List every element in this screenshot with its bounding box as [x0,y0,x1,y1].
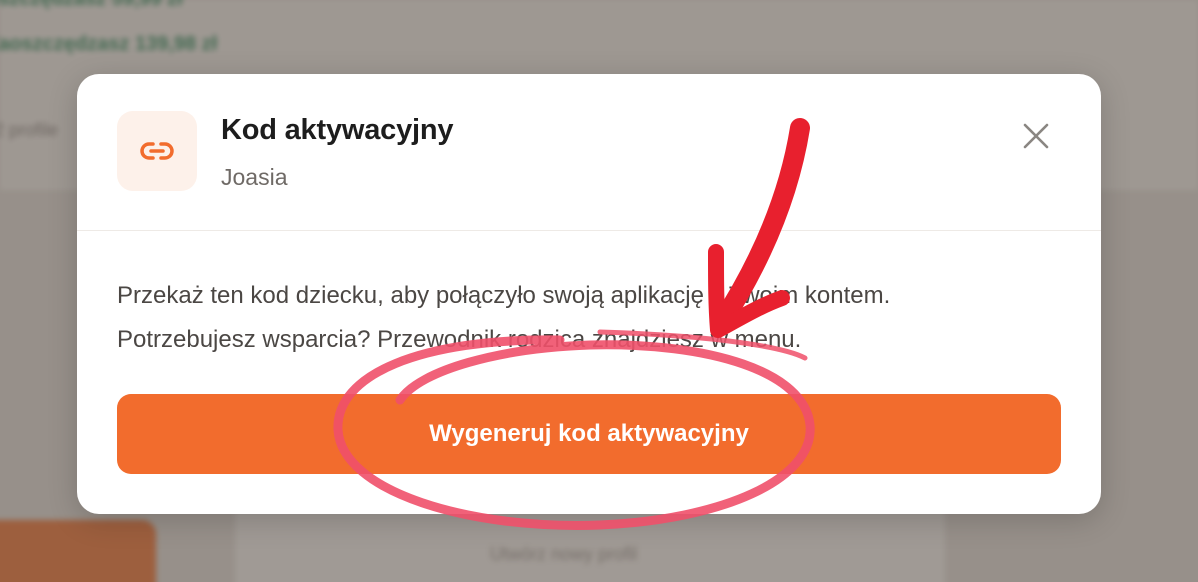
generate-activation-code-button[interactable]: Wygeneruj kod aktywacyjny [117,394,1061,474]
dialog-header: Kod aktywacyjny Joasia [77,74,1101,231]
close-button[interactable] [1018,118,1054,154]
description-line: Potrzebujesz wsparcia? Przewodnik rodzic… [117,326,802,353]
description-line: Przekaż ten kod dziecku, aby połączyło s… [117,282,891,309]
dialog-subtitle: Joasia [221,164,288,190]
dialog-description: Przekaż ten kod dziecku, aby połączyło s… [117,274,1057,362]
app-screen: oszczędzasz 59,99 zł Zaoszczędzasz 139,9… [0,0,1198,582]
dialog-title: Kod aktywacyjny [221,114,454,146]
close-icon [1023,123,1049,149]
activation-code-dialog: Kod aktywacyjny Joasia Przekaż ten kod d… [77,74,1101,514]
generate-button-label: Wygeneruj kod aktywacyjny [429,420,749,447]
link-icon [117,111,197,191]
link-icon-glyph [140,142,174,160]
